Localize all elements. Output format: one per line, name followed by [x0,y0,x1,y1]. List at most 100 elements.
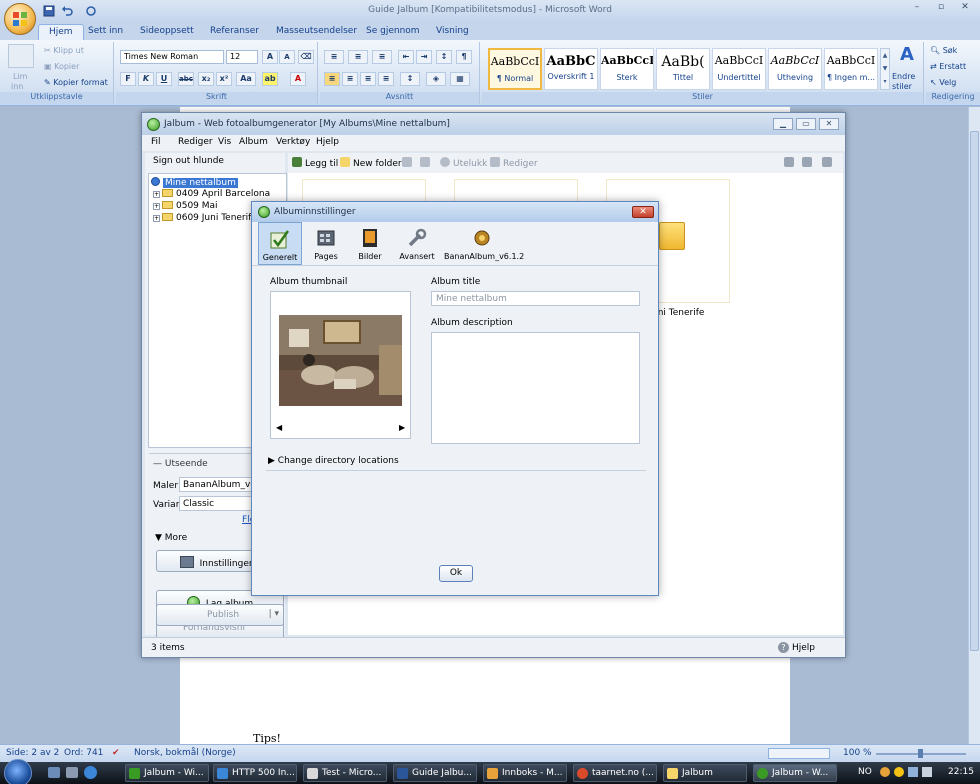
ok-button[interactable]: Ok [439,565,473,582]
menu-vis[interactable]: Vis [218,137,231,147]
menu-album[interactable]: Album [239,137,268,147]
publish-dropdown-icon[interactable]: | ▾ [269,609,279,619]
add-button[interactable]: Legg til [292,157,338,169]
select-button[interactable]: ↖ Velg [930,78,956,87]
more-toggle[interactable]: ▼ More [155,533,187,543]
exclude-button[interactable]: Utelukk [440,157,487,169]
style-strong[interactable]: AaBbCcI Sterk [600,48,654,90]
style-title[interactable]: AaBb(Tittel [656,48,710,90]
subscript-button[interactable]: x₂ [198,72,214,86]
tab-masseutsendelser[interactable]: Masseutsendelser [266,24,367,40]
start-button[interactable] [4,759,32,784]
move-right-button[interactable] [420,157,433,169]
tab-bananalbum[interactable]: BananAlbum_v6.1.2 [444,222,524,265]
view-details-button[interactable] [822,157,835,169]
sign-out-link[interactable]: Sign out hlunde [153,156,224,166]
highlight-button[interactable]: ab [262,72,278,86]
shading-button[interactable]: ◈ [426,72,446,86]
taskbar-item[interactable]: taarnet.no (... [573,764,657,782]
sort-button[interactable]: ↕ [436,50,452,64]
tab-hjem[interactable]: Hjem [38,24,84,40]
language-indicator[interactable]: Norsk, bokmål (Norge) [134,748,236,758]
change-styles-button[interactable]: Endre [892,72,915,81]
style-emphasis[interactable]: AaBbCcI Utheving [768,48,822,90]
thumbnail-prev-arrow[interactable]: ◀ [276,423,282,432]
tab-bilder[interactable]: Bilder [350,222,390,265]
tree-root[interactable]: Mine nettalbum [151,177,238,188]
new-folder-button[interactable]: New folder [340,157,402,169]
decrease-indent-button[interactable]: ⇤ [398,50,414,64]
proofing-icon[interactable]: ✔ [112,748,120,758]
font-size-select[interactable]: 12 [226,50,258,64]
menu-verktoy[interactable]: Verktøy [276,137,310,147]
expand-icon[interactable]: + [153,215,160,222]
edit-button[interactable]: Rediger [490,157,538,169]
style-heading1[interactable]: AaBbC Overskrift 1 [544,48,598,90]
word-count[interactable]: Ord: 741 [64,748,103,758]
font-color-button[interactable]: A [290,72,306,86]
network-icon[interactable] [908,767,918,777]
tab-pages[interactable]: Pages [306,222,346,265]
copy-button[interactable]: ▣ Kopier [44,62,79,71]
view-thumbnails-button[interactable] [784,157,797,169]
taskbar-item[interactable]: Jalbum - W... [753,764,837,782]
increase-indent-button[interactable]: ⇥ [416,50,432,64]
bold-button[interactable]: F [120,72,136,86]
taskbar-item[interactable]: Jalbum [663,764,747,782]
taskbar-item[interactable]: Jalbum - Wi... [125,764,209,782]
jalbum-close-button[interactable]: ✕ [819,118,839,130]
numbering-button[interactable]: ≡ [348,50,368,64]
menu-rediger[interactable]: Rediger [178,137,213,147]
align-right-button[interactable]: ≡ [360,72,376,86]
taskbar-item[interactable]: HTTP 500 In... [213,764,297,782]
help-button[interactable]: ? Hjelp [778,642,815,653]
underline-button[interactable]: U [156,72,172,86]
tab-referanser[interactable]: Referanser [200,24,269,40]
align-left-button[interactable]: ≡ [324,72,340,86]
page-indicator[interactable]: Side: 2 av 2 [6,748,59,758]
style-no-spacing[interactable]: AaBbCcI ¶ Ingen m... [824,48,878,90]
tab-sett-inn[interactable]: Sett inn [78,24,133,40]
close-button[interactable]: ✕ [954,2,976,16]
tree-item-juni-tenerife[interactable]: +0609 Juni Tenerife [153,213,257,223]
dialog-close-button[interactable]: ✕ [632,206,654,218]
volume-icon[interactable] [922,767,932,777]
show-formatting-button[interactable]: ¶ [456,50,472,64]
show-desktop-icon[interactable] [48,767,60,778]
publish-button[interactable]: Publish | ▾ [156,604,284,626]
tab-visning[interactable]: Visning [426,24,479,40]
tray-icon[interactable] [894,767,904,777]
thumbnail-next-arrow[interactable]: ▶ [399,423,405,432]
format-painter-button[interactable]: ✎ Kopier format [44,78,108,87]
clear-format-button[interactable]: ⌫ [298,50,314,64]
office-button[interactable] [4,3,36,35]
maximize-button[interactable]: ▫ [930,2,952,16]
menu-hjelp[interactable]: Hjelp [316,137,339,147]
grow-font-button[interactable]: A [262,50,278,64]
jalbum-maximize-button[interactable]: ▭ [796,118,816,130]
tray-icon[interactable] [880,767,890,777]
tree-item-april-barcelona[interactable]: +0409 April Barcelona [153,189,270,199]
borders-button[interactable]: ▦ [450,72,470,86]
tab-se-gjennom[interactable]: Se gjennom [356,24,430,40]
vertical-scrollbar[interactable] [968,107,980,744]
album-thumbnail-image[interactable] [279,315,402,406]
move-left-button[interactable] [402,157,415,169]
tab-generelt[interactable]: Generelt [258,222,302,265]
strikethrough-button[interactable]: abc [178,72,194,86]
change-case-button[interactable]: Aa [236,72,256,86]
expand-icon[interactable]: + [153,191,160,198]
zoom-slider-handle[interactable] [918,749,923,758]
ie-icon[interactable] [84,766,97,779]
save-icon[interactable] [42,4,56,18]
styles-scroll[interactable]: ▲ ▼ ▾ [880,48,890,90]
taskbar-item[interactable]: Test - Micro... [303,764,387,782]
redo-icon[interactable] [84,4,98,18]
bullets-button[interactable]: ≡ [324,50,344,64]
thumbnail-panel[interactable]: ◀ ▶ [270,291,411,439]
view-buttons[interactable] [768,748,830,759]
undo-icon[interactable] [60,4,74,18]
clock[interactable]: 22:15 [948,767,974,777]
view-list-button[interactable] [802,157,815,169]
font-name-select[interactable]: Times New Roman [120,50,224,64]
